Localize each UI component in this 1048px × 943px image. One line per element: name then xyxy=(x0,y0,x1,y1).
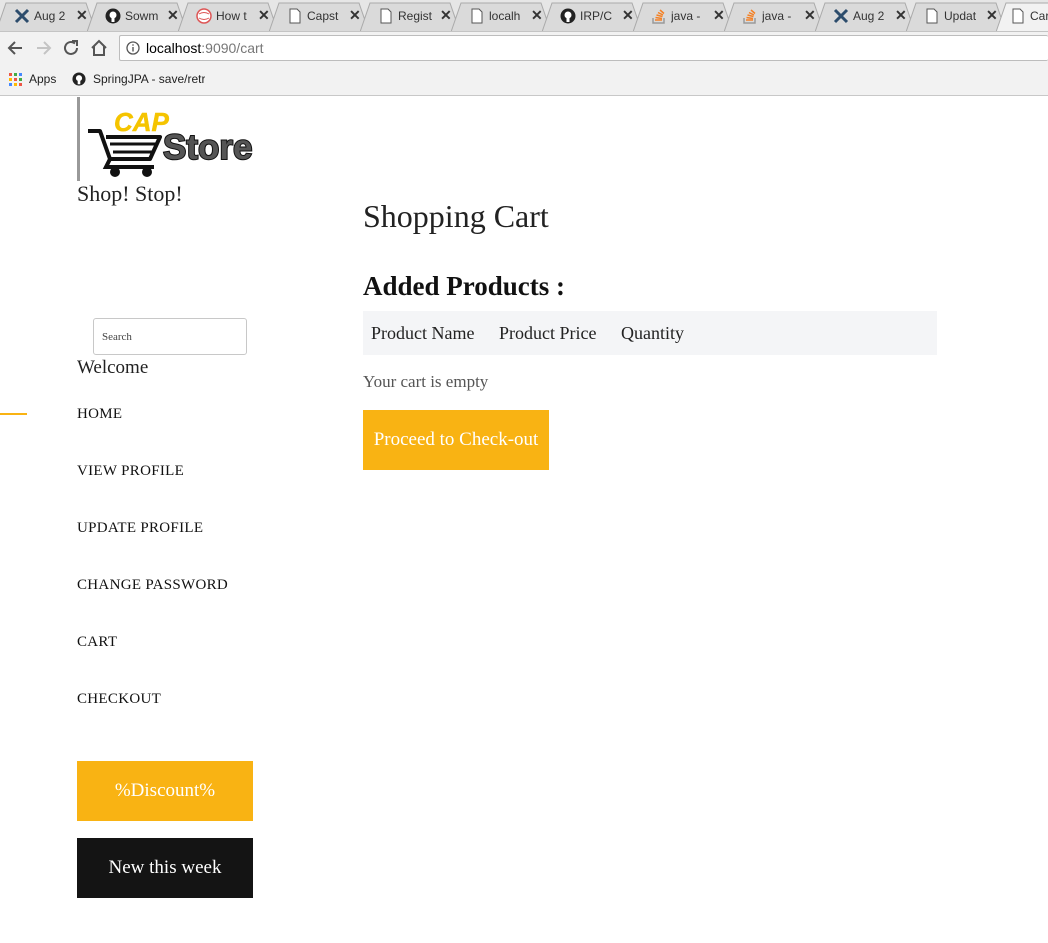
tab-title: Updat xyxy=(944,9,977,23)
browser-tab[interactable]: How t ✕ xyxy=(178,2,278,31)
url-text: localhost:9090/cart xyxy=(146,40,264,56)
github-icon xyxy=(560,8,576,24)
nav-home[interactable]: HOME xyxy=(77,406,122,423)
welcome-text: Welcome xyxy=(77,357,149,378)
tagline: Shop! Stop! xyxy=(77,181,183,206)
page-icon xyxy=(1012,8,1024,24)
tab-title: Car xyxy=(1030,9,1048,23)
stackoverflow-icon xyxy=(652,9,665,24)
browser-tab[interactable]: Capst ✕ xyxy=(269,2,369,31)
forward-arrow-icon[interactable] xyxy=(32,37,54,59)
added-products-heading: Added Products : xyxy=(363,271,566,301)
bookmark-springjpa[interactable]: SpringJPA - save/retr xyxy=(72,72,205,86)
search-input[interactable] xyxy=(93,318,247,355)
x-logo-icon xyxy=(833,8,849,24)
browser-tabstrip: Aug 2 ✕ Sowm ✕ How t ✕ Capst ✕ Regist ✕ … xyxy=(0,0,1048,32)
browser-tab[interactable]: localh ✕ xyxy=(451,2,551,31)
tab-title: Regist xyxy=(398,9,433,23)
page-icon xyxy=(926,8,938,24)
close-tab-icon[interactable]: ✕ xyxy=(76,7,88,24)
discount-button[interactable]: %Discount% xyxy=(77,761,253,821)
tab-title: Aug 2 xyxy=(853,9,885,23)
nav-change-password[interactable]: CHANGE PASSWORD xyxy=(77,577,228,594)
page-title: Shopping Cart xyxy=(363,198,549,234)
tab-title: Capst xyxy=(307,9,339,23)
cart-logo-icon: CAP Store xyxy=(88,107,253,177)
bookmark-label: SpringJPA - save/retr xyxy=(93,72,205,86)
tab-title: Sowm xyxy=(125,9,159,23)
bookmark-apps[interactable]: Apps xyxy=(9,72,56,86)
bookmarks-bar: Apps SpringJPA - save/retr xyxy=(0,64,1048,96)
proceed-to-checkout-button[interactable]: Proceed to Check-out xyxy=(363,410,549,470)
nav-checkout[interactable]: CHECKOUT xyxy=(77,691,161,708)
close-tab-icon[interactable]: ✕ xyxy=(895,7,907,24)
svg-text:CAP: CAP xyxy=(114,107,170,137)
nav-update-profile[interactable]: UPDATE PROFILE xyxy=(77,520,203,537)
page-icon xyxy=(289,8,301,24)
cart-table-header: Product Name Product Price Quantity xyxy=(363,311,937,355)
browser-tab[interactable]: java - ✕ xyxy=(724,2,824,31)
stackoverflow-icon xyxy=(743,9,756,24)
github-icon xyxy=(72,72,86,86)
browser-tab[interactable]: Regist ✕ xyxy=(360,2,460,31)
column-header-product-price: Product Price xyxy=(499,322,597,343)
column-header-product-name: Product Name xyxy=(371,322,475,343)
new-this-week-button[interactable]: New this week xyxy=(77,838,253,898)
close-tab-icon[interactable]: ✕ xyxy=(440,7,452,24)
close-tab-icon[interactable]: ✕ xyxy=(167,7,179,24)
page: CAP Store Shop! Stop! Welcome HOME VIEW … xyxy=(0,97,1048,943)
bookmark-label: Apps xyxy=(29,72,57,86)
browser-tab[interactable]: Updat ✕ xyxy=(906,2,1006,31)
cart-empty-message: Your cart is empty xyxy=(363,372,489,391)
close-tab-icon[interactable]: ✕ xyxy=(349,7,361,24)
capstore-logo[interactable]: CAP Store xyxy=(77,97,267,181)
page-icon xyxy=(471,8,483,24)
close-tab-icon[interactable]: ✕ xyxy=(713,7,725,24)
active-nav-indicator xyxy=(0,413,27,415)
address-bar[interactable]: localhost:9090/cart xyxy=(119,35,1048,61)
browser-tab[interactable]: java - ✕ xyxy=(633,2,733,31)
tab-title: java - xyxy=(762,9,792,23)
apps-grid-icon xyxy=(9,72,22,86)
tab-title: localh xyxy=(489,9,521,23)
svg-text:Store: Store xyxy=(163,128,252,167)
nav-cart[interactable]: CART xyxy=(77,634,117,651)
column-header-quantity: Quantity xyxy=(621,322,684,343)
browser-tab-active[interactable]: Car xyxy=(996,2,1048,31)
page-icon xyxy=(380,8,392,24)
tab-title: IRP/C xyxy=(580,9,613,23)
tab-title: How t xyxy=(216,9,247,23)
browser-tab[interactable]: Aug 2 ✕ xyxy=(0,2,96,31)
tab-title: java - xyxy=(671,9,701,23)
browser-tab[interactable]: Sowm ✕ xyxy=(87,2,187,31)
tab-title: Aug 2 xyxy=(34,9,66,23)
globe-icon xyxy=(196,8,212,24)
home-icon[interactable] xyxy=(88,37,110,59)
github-icon xyxy=(105,8,121,24)
back-arrow-icon[interactable] xyxy=(5,37,27,59)
browser-tab[interactable]: Aug 2 ✕ xyxy=(815,2,915,31)
close-tab-icon[interactable]: ✕ xyxy=(531,7,543,24)
nav-view-profile[interactable]: VIEW PROFILE xyxy=(77,463,184,480)
x-logo-icon xyxy=(14,8,30,24)
close-tab-icon[interactable]: ✕ xyxy=(258,7,270,24)
browser-tab[interactable]: IRP/C ✕ xyxy=(542,2,642,31)
close-tab-icon[interactable]: ✕ xyxy=(804,7,816,24)
info-icon[interactable] xyxy=(126,41,140,55)
reload-icon[interactable] xyxy=(60,37,82,59)
close-tab-icon[interactable]: ✕ xyxy=(622,7,634,24)
cart-table: Product Name Product Price Quantity xyxy=(363,311,937,355)
